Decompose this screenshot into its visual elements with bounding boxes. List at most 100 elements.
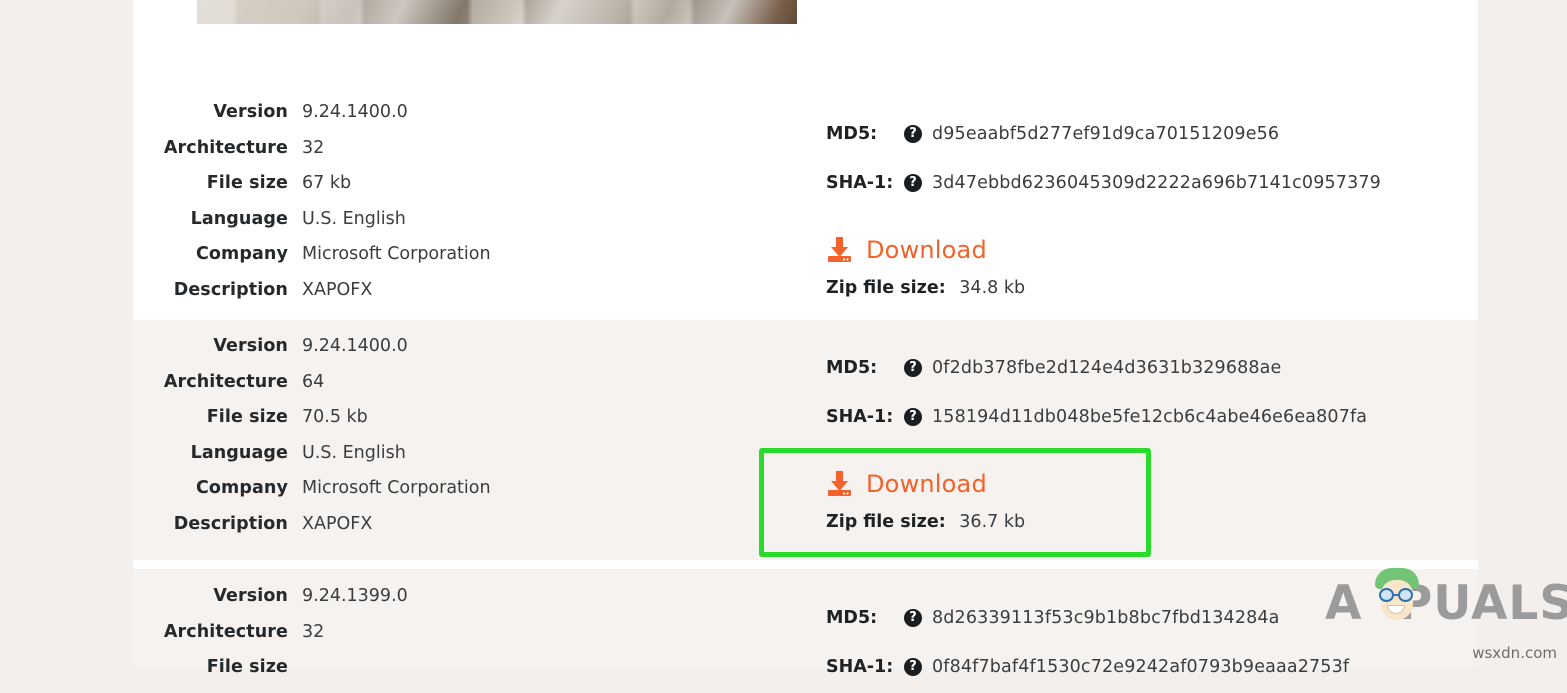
hash-row-sha1: SHA-1: ? 3d47ebbd6236045309d2222a696b714…	[826, 158, 1466, 207]
spec-label-company: Company	[195, 478, 288, 498]
help-icon[interactable]: ?	[904, 358, 922, 377]
hash-label-sha1: SHA-1:	[826, 172, 894, 193]
zip-file-size-row: Zip file size: 36.7 kb	[826, 512, 1025, 532]
spec-value-architecture: 32	[302, 137, 325, 158]
zip-file-size-label: Zip file size:	[826, 278, 946, 298]
file-version-block: Version 9.24.1400.0 Architecture 64 File…	[133, 320, 1478, 560]
watermark-letter-a: A	[1325, 576, 1363, 631]
hash-value-sha1: 3d47ebbd6236045309d2222a696b7141c0957379	[932, 172, 1381, 193]
spec-row-architecture: Architecture 64	[133, 372, 653, 408]
file-version-block: Version 9.24.1399.0 Architecture 32 File…	[133, 569, 1478, 677]
spec-value-file-size: 67 kb	[302, 173, 352, 193]
spec-row-version: Version 9.24.1399.0	[133, 586, 653, 622]
ad-blank-area	[798, 0, 1413, 24]
spec-label-version: Version	[213, 336, 288, 356]
zip-file-size-value: 36.7 kb	[959, 512, 1026, 532]
help-icon[interactable]: ?	[904, 407, 922, 426]
spec-value-version: 9.24.1400.0	[302, 336, 408, 356]
watermark-text: APPUALS	[1325, 576, 1567, 631]
download-label: Download	[866, 470, 987, 498]
spec-label-description: Description	[173, 513, 288, 534]
spec-label-company: Company	[195, 244, 288, 264]
zip-file-size-value: 34.8 kb	[959, 278, 1026, 298]
spec-label-language: Language	[190, 442, 288, 463]
spec-label-language: Language	[190, 208, 288, 229]
help-icon[interactable]: ?	[904, 173, 922, 192]
spec-value-version: 9.24.1400.0	[302, 102, 408, 122]
spec-value-company: Microsoft Corporation	[302, 244, 491, 264]
spec-value-company: Microsoft Corporation	[302, 478, 491, 498]
spec-label-file-size: File size	[206, 657, 288, 677]
hash-label-sha1: SHA-1:	[826, 406, 894, 427]
download-listing-page: Version 9.24.1400.0 Architecture 32 File…	[133, 0, 1478, 677]
spec-label-version: Version	[213, 586, 288, 606]
zip-file-size-label: Zip file size:	[826, 512, 946, 532]
download-button[interactable]: Download	[826, 236, 1025, 264]
spec-label-file-size: File size	[206, 407, 288, 427]
spec-value-architecture: 32	[302, 621, 325, 642]
spec-row-company: Company Microsoft Corporation	[133, 244, 653, 280]
download-button[interactable]: Download	[826, 470, 1025, 498]
hash-label-sha1: SHA-1:	[826, 656, 894, 677]
help-icon[interactable]: ?	[904, 124, 922, 143]
appuals-watermark: APPUALS	[1325, 568, 1567, 632]
spec-value-description: XAPOFX	[302, 279, 373, 300]
hash-list: MD5: ? d95eaabf5d277ef91d9ca70151209e56 …	[826, 109, 1466, 207]
spec-label-architecture: Architecture	[163, 371, 288, 392]
hash-row-md5: MD5: ? 0f2db378fbe2d124e4d3631b329688ae	[826, 343, 1466, 392]
spec-row-company: Company Microsoft Corporation	[133, 478, 653, 514]
spec-value-language: U.S. English	[302, 442, 406, 463]
spec-label-architecture: Architecture	[163, 137, 288, 158]
hash-value-md5: d95eaabf5d277ef91d9ca70151209e56	[932, 123, 1280, 144]
mascot-glasses	[1379, 588, 1416, 602]
hash-value-md5: 8d26339113f53c9b1b8bc7fbd134284a	[932, 607, 1280, 628]
spec-row-file-size: File size	[133, 657, 653, 693]
file-spec-list: Version 9.24.1400.0 Architecture 64 File…	[133, 336, 653, 549]
file-spec-list: Version 9.24.1400.0 Architecture 32 File…	[133, 102, 653, 315]
hash-label-md5: MD5:	[826, 607, 878, 628]
source-watermark: wsxdn.com	[1472, 644, 1557, 662]
mascot-lens-left	[1379, 588, 1394, 602]
hash-list: MD5: ? 0f2db378fbe2d124e4d3631b329688ae …	[826, 343, 1466, 441]
spec-value-description: XAPOFX	[302, 513, 373, 534]
spec-row-file-size: File size 70.5 kb	[133, 407, 653, 443]
ad-banner-strip	[133, 0, 1413, 27]
spec-value-file-size: 70.5 kb	[302, 407, 368, 427]
spec-value-language: U.S. English	[302, 208, 406, 229]
hash-label-md5: MD5:	[826, 357, 878, 378]
hash-label-md5: MD5:	[826, 123, 878, 144]
spec-row-version: Version 9.24.1400.0	[133, 336, 653, 372]
spec-label-architecture: Architecture	[163, 621, 288, 642]
spec-row-version: Version 9.24.1400.0	[133, 102, 653, 138]
spec-value-version: 9.24.1399.0	[302, 586, 408, 606]
hash-value-sha1: 0f84f7baf4f1530c72e9242af0793b9eaaa2753f	[932, 656, 1350, 677]
spec-row-language: Language U.S. English	[133, 443, 653, 479]
download-label: Download	[866, 236, 987, 264]
watermark-mascot-icon	[1373, 568, 1421, 626]
help-icon[interactable]: ?	[904, 657, 922, 676]
download-icon	[826, 237, 853, 263]
download-area: Download Zip file size: 34.8 kb	[826, 236, 1025, 298]
spec-value-architecture: 64	[302, 371, 325, 392]
hash-row-md5: MD5: ? d95eaabf5d277ef91d9ca70151209e56	[826, 109, 1466, 158]
zip-file-size-row: Zip file size: 34.8 kb	[826, 278, 1025, 298]
spec-label-version: Version	[213, 102, 288, 122]
mascot-lens-right	[1398, 588, 1413, 602]
spec-row-architecture: Architecture 32	[133, 138, 653, 174]
watermark-word: PUALS	[1397, 576, 1567, 631]
download-icon	[826, 471, 853, 497]
spec-row-file-size: File size 67 kb	[133, 173, 653, 209]
spec-row-description: Description XAPOFX	[133, 514, 653, 550]
hash-row-sha1: SHA-1: ? 0f84f7baf4f1530c72e9242af0793b9…	[826, 642, 1466, 691]
spec-row-description: Description XAPOFX	[133, 280, 653, 316]
hash-value-sha1: 158194d11db048be5fe12cb6c4abe46e6ea807fa	[932, 406, 1368, 427]
spec-label-description: Description	[173, 279, 288, 300]
hash-value-md5: 0f2db378fbe2d124e4d3631b329688ae	[932, 357, 1282, 378]
help-icon[interactable]: ?	[904, 608, 922, 627]
download-area: Download Zip file size: 36.7 kb	[826, 470, 1025, 532]
file-version-block: Version 9.24.1400.0 Architecture 32 File…	[133, 26, 1478, 320]
spec-label-file-size: File size	[206, 173, 288, 193]
ad-thumbnail-image[interactable]	[197, 0, 797, 24]
hash-row-sha1: SHA-1: ? 158194d11db048be5fe12cb6c4abe46…	[826, 392, 1466, 441]
spec-row-architecture: Architecture 32	[133, 622, 653, 658]
